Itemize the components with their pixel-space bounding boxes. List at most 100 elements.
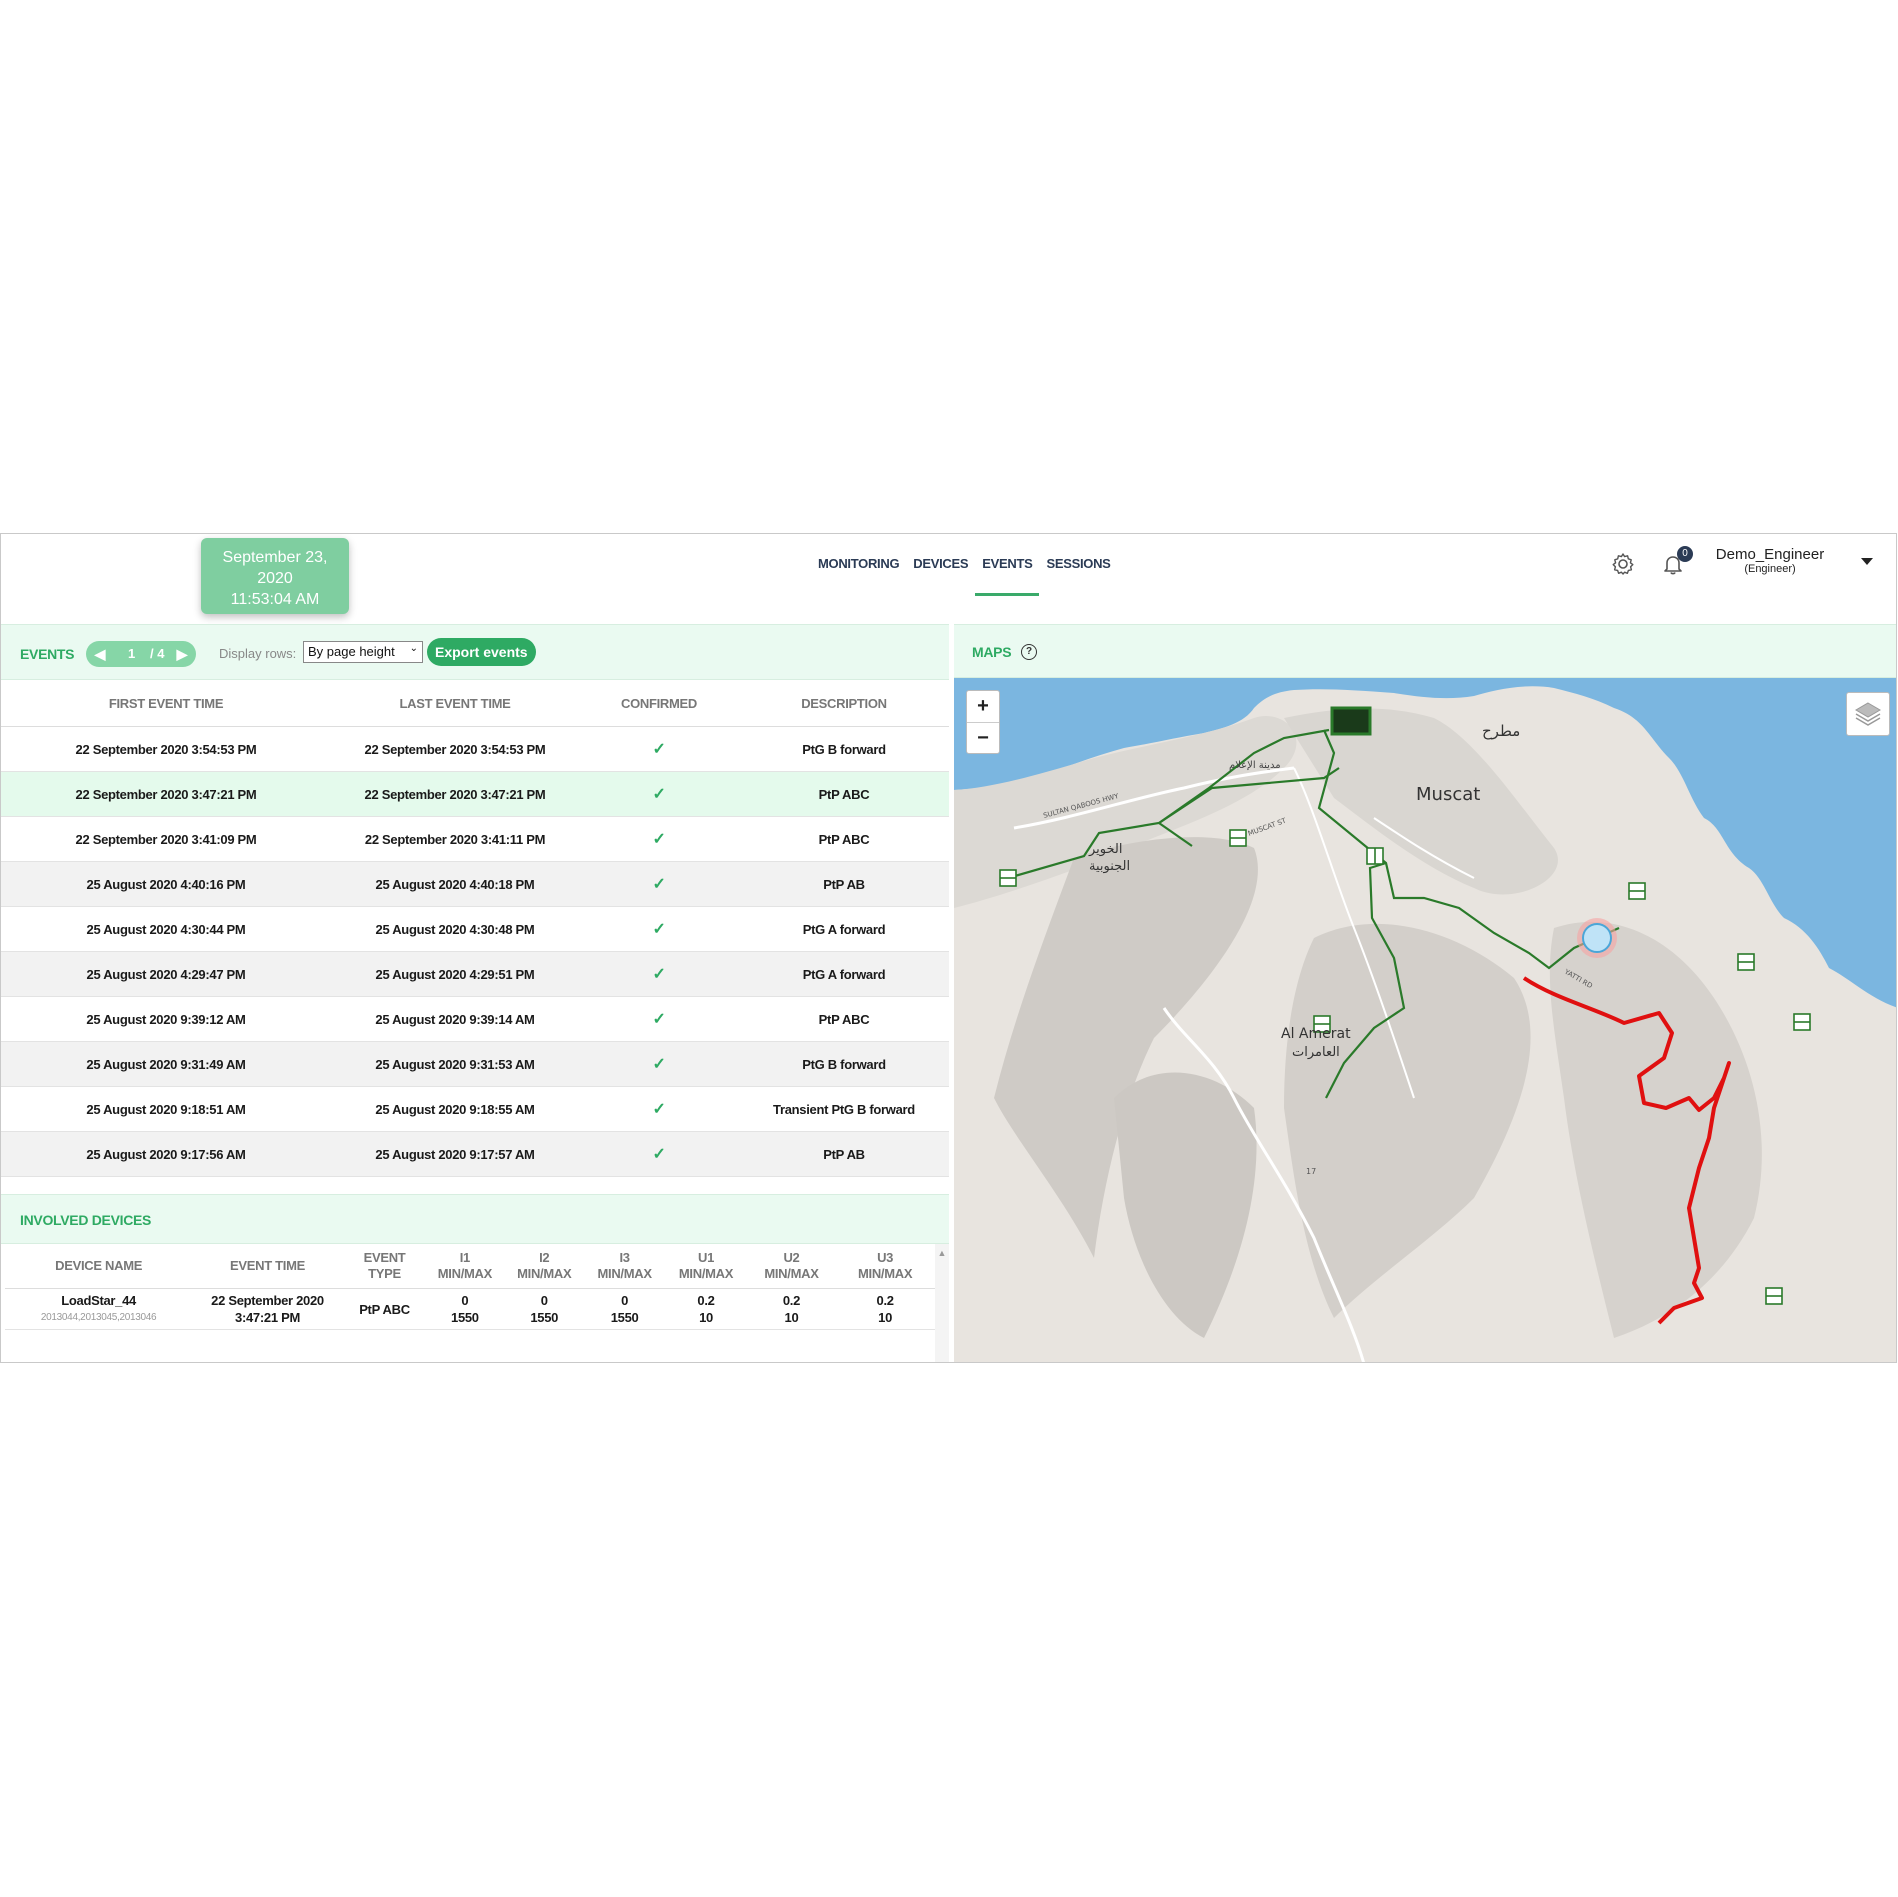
help-icon[interactable]: ? [1021, 644, 1037, 660]
table-row[interactable]: LoadStar_44 2013044,2013045,2013046 22 Sep… [5, 1288, 935, 1330]
confirmed-cell: ✓ [579, 1086, 739, 1132]
date-line2: 2020 [257, 570, 293, 587]
table-row[interactable]: 25 August 2020 9:39:12 AM 25 August 2020 … [1, 996, 949, 1042]
date-line1: September 23, [222, 549, 328, 566]
export-events-button[interactable]: Export events [427, 638, 536, 666]
total-pages: / 4 [150, 646, 165, 661]
nav-devices[interactable]: DEVICES [906, 554, 975, 596]
table-row[interactable]: 25 August 2020 9:18:51 AM 25 August 2020 … [1, 1086, 949, 1132]
table-row[interactable]: 25 August 2020 9:31:49 AM 25 August 2020 … [1, 1041, 949, 1087]
scroll-up-icon[interactable]: ▲ [935, 1248, 949, 1258]
user-menu[interactable]: Demo_Engineer (Engineer) [1714, 546, 1826, 575]
map-label-rd17: 17 [1306, 1167, 1316, 1176]
col-last-event-time[interactable]: LAST EVENT TIME [331, 680, 579, 727]
i3-cell-line: 1550 [610, 1310, 639, 1325]
nav-events[interactable]: EVENTS [975, 554, 1040, 596]
involved-devices-table: DEVICE NAME EVENT TIME EVENT TYPE I1 MIN/MAX I… [5, 1244, 935, 1330]
devices-col-header-line: MIN/MAX [857, 1266, 913, 1281]
table-row[interactable]: 25 August 2020 4:30:44 PM 25 August 2020 … [1, 906, 949, 952]
i3-cell: 0 1550 [584, 1288, 665, 1330]
device-name-cell-line: LoadStar_44 [61, 1293, 136, 1308]
table-row[interactable]: 22 September 2020 3:41:09 PM 22 September… [1, 816, 949, 862]
description-cell: PtG A forward [739, 951, 949, 997]
devices-col-header[interactable]: U2 MIN/MAX [747, 1244, 836, 1289]
confirmed-cell: ✓ [579, 771, 739, 817]
events-title: EVENTS [20, 646, 75, 662]
devices-col-header[interactable]: EVENT TYPE [342, 1244, 427, 1289]
map-canvas: Muscat مطرح Al Amerat العامرات الخوير ال… [954, 678, 1896, 1362]
confirmed-cell: ✓ [579, 1131, 739, 1177]
confirmed-cell: ✓ [579, 726, 739, 772]
devices-col-header[interactable]: I2 MIN/MAX [503, 1244, 585, 1289]
last-event-time-cell: 25 August 2020 9:17:57 AM [331, 1131, 579, 1177]
col-description[interactable]: DESCRIPTION [739, 680, 949, 727]
devices-col-header[interactable]: U1 MIN/MAX [664, 1244, 748, 1289]
table-row[interactable]: 22 September 2020 3:47:21 PM 22 September… [1, 771, 949, 817]
display-rows-label: Display rows: [219, 646, 297, 661]
checkmark-icon: ✓ [652, 1056, 666, 1073]
devices-scrollbar[interactable]: ▲ [935, 1244, 949, 1362]
u2-cell: 0.2 10 [747, 1288, 836, 1330]
layers-icon[interactable] [1846, 692, 1890, 736]
u3-cell-line: 10 [878, 1310, 893, 1325]
event-time-cell-line: 22 September 2020 [211, 1293, 324, 1308]
devices-col-header[interactable]: DEVICE NAME [5, 1244, 193, 1289]
bell-icon[interactable]: 0 [1661, 546, 1693, 576]
i3-cell-line: 0 [621, 1293, 629, 1308]
description-cell: Transient PtG B forward [739, 1086, 949, 1132]
description-cell: PtP AB [739, 1131, 949, 1177]
next-page-icon[interactable]: ▶ [174, 646, 190, 662]
first-event-time-cell: 22 September 2020 3:41:09 PM [1, 816, 331, 862]
map-label-khuwair: الخوير [1088, 842, 1122, 857]
user-name: Demo_Engineer [1715, 546, 1825, 563]
caret-down-icon[interactable] [1861, 558, 1873, 565]
description-cell: PtP ABC [739, 816, 949, 862]
col-first-event-time[interactable]: FIRST EVENT TIME [1, 680, 331, 727]
last-event-time-cell: 22 September 2020 3:47:21 PM [331, 771, 579, 817]
table-row[interactable]: 22 September 2020 3:54:53 PM 22 September… [1, 726, 949, 772]
description-cell: PtP ABC [739, 771, 949, 817]
devices-col-header-line: U3 [877, 1250, 894, 1265]
map-view[interactable]: Muscat مطرح Al Amerat العامرات الخوير ال… [954, 678, 1896, 1362]
description-cell: PtG B forward [739, 726, 949, 772]
event-type-cell: PtP ABC [342, 1288, 427, 1330]
prev-page-icon[interactable]: ◀ [92, 646, 108, 662]
map-label-media-city: مدينة الإعلام [1229, 760, 1281, 771]
devices-col-header-line: MIN/MAX [764, 1266, 819, 1281]
first-event-time-cell: 25 August 2020 4:30:44 PM [1, 906, 331, 952]
event-time-cell-line: 3:47:21 PM [235, 1310, 300, 1325]
display-rows-value: By page height [308, 644, 395, 659]
i1-cell: 0 1550 [426, 1288, 504, 1330]
devices-col-header-line: I3 [619, 1250, 630, 1265]
table-row[interactable]: 25 August 2020 4:29:47 PM 25 August 2020 … [1, 951, 949, 997]
devices-col-header[interactable]: EVENT TIME [192, 1244, 343, 1289]
gear-icon[interactable] [1611, 552, 1635, 576]
nav-sessions[interactable]: SESSIONS [1039, 554, 1117, 596]
devices-col-header-line: MIN/MAX [597, 1266, 653, 1281]
display-rows-select[interactable]: By page height ⌄ [303, 641, 423, 663]
map-label-matrah: مطرح [1482, 722, 1520, 740]
u1-cell-line: 10 [699, 1310, 713, 1325]
checkmark-icon: ✓ [652, 876, 666, 893]
zoom-in-button[interactable]: + [967, 691, 999, 723]
u3-cell: 0.2 10 [835, 1288, 935, 1330]
devices-col-header[interactable]: U3 MIN/MAX [835, 1244, 935, 1289]
zoom-out-button[interactable]: − [967, 723, 999, 754]
last-event-time-cell: 25 August 2020 9:18:55 AM [331, 1086, 579, 1132]
table-row[interactable]: 25 August 2020 4:40:16 PM 25 August 2020 … [1, 861, 949, 907]
devices-col-header-line: DEVICE NAME [55, 1258, 143, 1273]
devices-col-header-line: U1 [697, 1250, 715, 1265]
last-event-time-cell: 25 August 2020 4:30:48 PM [331, 906, 579, 952]
current-page[interactable]: 1 [128, 646, 135, 661]
notification-badge: 0 [1677, 546, 1693, 562]
nav-monitoring[interactable]: MONITORING [811, 554, 906, 596]
map-label-khuwair2: الجنوبية [1089, 859, 1130, 874]
col-confirmed[interactable]: CONFIRMED [579, 680, 739, 727]
map-label-muscat: Muscat [1416, 784, 1480, 805]
devices-col-header[interactable]: I1 MIN/MAX [426, 1244, 504, 1289]
user-role: (Engineer) [1744, 563, 1796, 575]
table-row[interactable]: 25 August 2020 9:17:56 AM 25 August 2020 … [1, 1131, 949, 1177]
involved-devices-bar: INVOLVED DEVICES [1, 1194, 949, 1244]
last-event-time-cell: 25 August 2020 4:29:51 PM [331, 951, 579, 997]
devices-col-header[interactable]: I3 MIN/MAX [584, 1244, 665, 1289]
